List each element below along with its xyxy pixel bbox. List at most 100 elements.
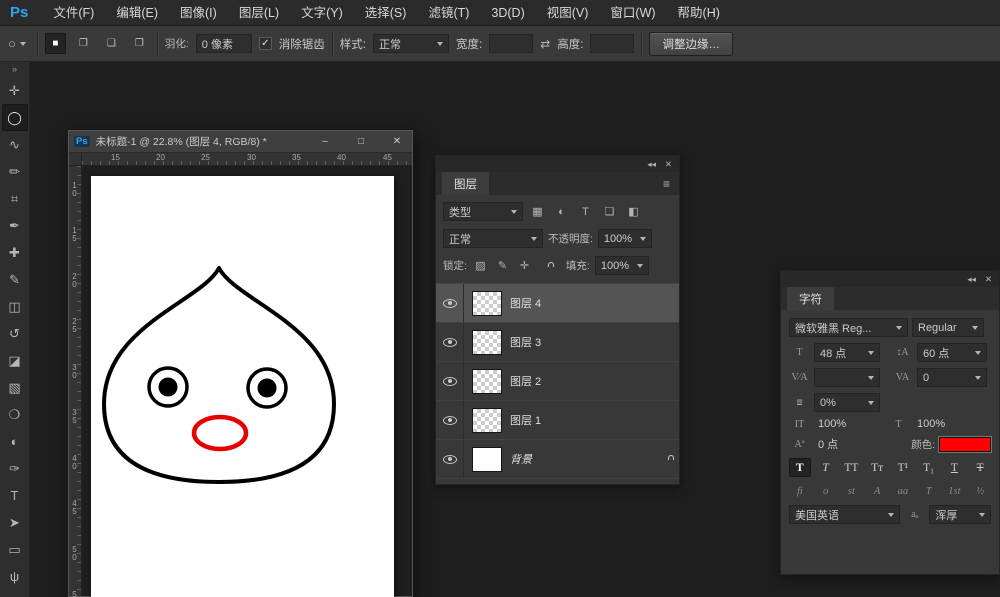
new-selection-button[interactable]: ■ (44, 33, 66, 54)
ellipse-marquee-tool[interactable]: ◯ (1, 104, 28, 131)
layer-thumbnail[interactable] (472, 290, 502, 316)
tab-character[interactable]: 字符 (787, 287, 834, 310)
add-selection-button[interactable]: ❐ (73, 33, 94, 54)
adjustment-filter-icon[interactable]: ◐ (552, 206, 571, 218)
visibility-toggle[interactable] (436, 323, 464, 361)
font-style-select[interactable]: Regular (912, 318, 984, 337)
eraser-tool[interactable]: ◪ (2, 347, 28, 374)
faux-italic-button[interactable]: T (815, 458, 837, 477)
font-size-select[interactable]: 48 点 (814, 343, 880, 362)
visibility-toggle[interactable] (436, 284, 464, 322)
visibility-toggle[interactable] (436, 362, 464, 400)
hand-tool[interactable]: ψ (2, 563, 28, 590)
font-family-select[interactable]: 微软雅黑 Reg... (789, 318, 908, 337)
fractions-button[interactable]: ½ (969, 483, 991, 499)
canvas[interactable] (91, 176, 394, 597)
titling-alternates-button[interactable]: T (918, 483, 940, 499)
blur-tool[interactable]: ❍ (2, 401, 28, 428)
fill-select[interactable]: 100% (594, 256, 649, 275)
dodge-tool[interactable]: ◐ (2, 428, 28, 455)
strikethrough-button[interactable]: T (969, 458, 991, 477)
menu-item-filter[interactable]: 滤镜(T) (417, 0, 480, 26)
refine-edge-button[interactable]: 调整边缘… (649, 31, 733, 56)
style-select[interactable]: 正常 (372, 34, 449, 53)
menu-item-image[interactable]: 图像(I) (169, 0, 228, 26)
vertical-scale-field[interactable]: 100% (814, 418, 876, 430)
layer-thumbnail[interactable] (472, 329, 502, 355)
layer-row-1[interactable]: 图层 1 (436, 401, 679, 440)
horizontal-scale-field[interactable]: 100% (913, 418, 975, 430)
close-button[interactable]: ✕ (382, 131, 412, 152)
menu-item-file[interactable]: 文件(F) (42, 0, 105, 26)
menu-item-window[interactable]: 窗口(W) (599, 0, 666, 26)
crop-tool[interactable]: ⌗ (2, 185, 28, 212)
ligatures-button[interactable]: fi (789, 483, 811, 499)
antialias-checkbox[interactable]: ✓ (258, 37, 272, 50)
brush-tool[interactable]: ✎ (2, 266, 28, 293)
toolbar-collapse-icon[interactable]: » (0, 62, 29, 77)
feather-input[interactable]: 0 像素 (195, 34, 252, 53)
close-panel-icon[interactable]: ✕ (985, 274, 992, 285)
layer-row-2[interactable]: 图层 2 (436, 362, 679, 401)
layer-row-4[interactable]: 图层 4 (436, 284, 679, 323)
stylistic-alternates-button[interactable]: aa (892, 483, 914, 499)
menu-item-edit[interactable]: 编辑(E) (105, 0, 169, 26)
visibility-toggle[interactable] (436, 440, 464, 478)
tracking-select[interactable]: 0 (917, 368, 987, 387)
layer-thumbnail[interactable] (472, 446, 502, 472)
kerning-select[interactable] (814, 368, 880, 387)
gradient-tool[interactable]: ▧ (2, 374, 28, 401)
pixel-filter-icon[interactable]: ▦ (528, 205, 547, 218)
subscript-button[interactable]: T₁ (918, 458, 940, 477)
antialias-select[interactable]: 浑厚 (929, 505, 991, 524)
collapse-panel-icon[interactable]: ◂◂ (647, 159, 656, 170)
menu-item-type[interactable]: 文字(Y) (290, 0, 354, 26)
panel-menu-icon[interactable]: ≡ (663, 177, 670, 191)
type-filter-icon[interactable]: T (576, 206, 595, 218)
smart-object-filter-icon[interactable]: ◧ (624, 205, 643, 218)
collapse-panel-icon[interactable]: ◂◂ (967, 274, 976, 285)
opacity-select[interactable]: 100% (597, 229, 652, 248)
subtract-selection-button[interactable]: ❑ (101, 33, 122, 54)
tool-preset-picker[interactable]: ○ (8, 36, 30, 51)
layer-row-3[interactable]: 图层 3 (436, 323, 679, 362)
tab-layers[interactable]: 图层 (442, 172, 489, 195)
swap-dimensions-icon[interactable]: ⇄ (540, 37, 550, 51)
height-input[interactable] (590, 34, 635, 53)
ordinals-button[interactable]: o (815, 483, 837, 499)
superscript-button[interactable]: T¹ (892, 458, 914, 477)
layer-row-background[interactable]: 背景 (436, 440, 679, 479)
language-select[interactable]: 美国英语 (789, 505, 901, 524)
clone-stamp-tool[interactable]: ◫ (2, 293, 28, 320)
menu-item-layer[interactable]: 图层(L) (228, 0, 290, 26)
intersect-selection-button[interactable]: ❒ (129, 33, 150, 54)
lasso-tool[interactable]: ∿ (2, 131, 28, 158)
text-color-swatch[interactable] (939, 436, 991, 452)
layer-thumbnail[interactable] (472, 407, 502, 433)
lock-image-pixels-icon[interactable]: ✎ (494, 259, 511, 272)
rectangle-tool[interactable]: ▭ (2, 536, 28, 563)
discretionary-ligatures-button[interactable]: st (841, 483, 863, 499)
visibility-toggle[interactable] (436, 401, 464, 439)
close-panel-icon[interactable]: ✕ (665, 159, 672, 170)
minimize-button[interactable]: – (310, 131, 340, 152)
small-caps-button[interactable]: Tᴛ (866, 458, 888, 477)
faux-bold-button[interactable]: T (789, 458, 811, 477)
width-input[interactable] (489, 34, 534, 53)
all-caps-button[interactable]: TT (841, 458, 863, 477)
shape-filter-icon[interactable]: ❏ (600, 205, 619, 218)
lock-transparent-pixels-icon[interactable]: ▨ (472, 259, 489, 272)
layer-filter-select[interactable]: 类型 (443, 202, 523, 221)
blend-mode-select[interactable]: 正常 (443, 229, 543, 248)
quick-selection-tool[interactable]: ✏ (2, 158, 28, 185)
spot-healing-brush-tool[interactable]: ✚ (2, 239, 28, 266)
layer-thumbnail[interactable] (472, 368, 502, 394)
baseline-shift-field[interactable]: 0 点 (814, 436, 876, 452)
move-tool[interactable]: ✛ (2, 77, 28, 104)
path-selection-tool[interactable]: ➤ (2, 509, 28, 536)
leading-select[interactable]: 60 点 (917, 343, 987, 362)
maximize-button[interactable]: □ (346, 131, 376, 152)
menu-item-help[interactable]: 帮助(H) (667, 0, 731, 26)
history-brush-tool[interactable]: ↺ (2, 320, 28, 347)
menu-item-view[interactable]: 视图(V) (536, 0, 600, 26)
